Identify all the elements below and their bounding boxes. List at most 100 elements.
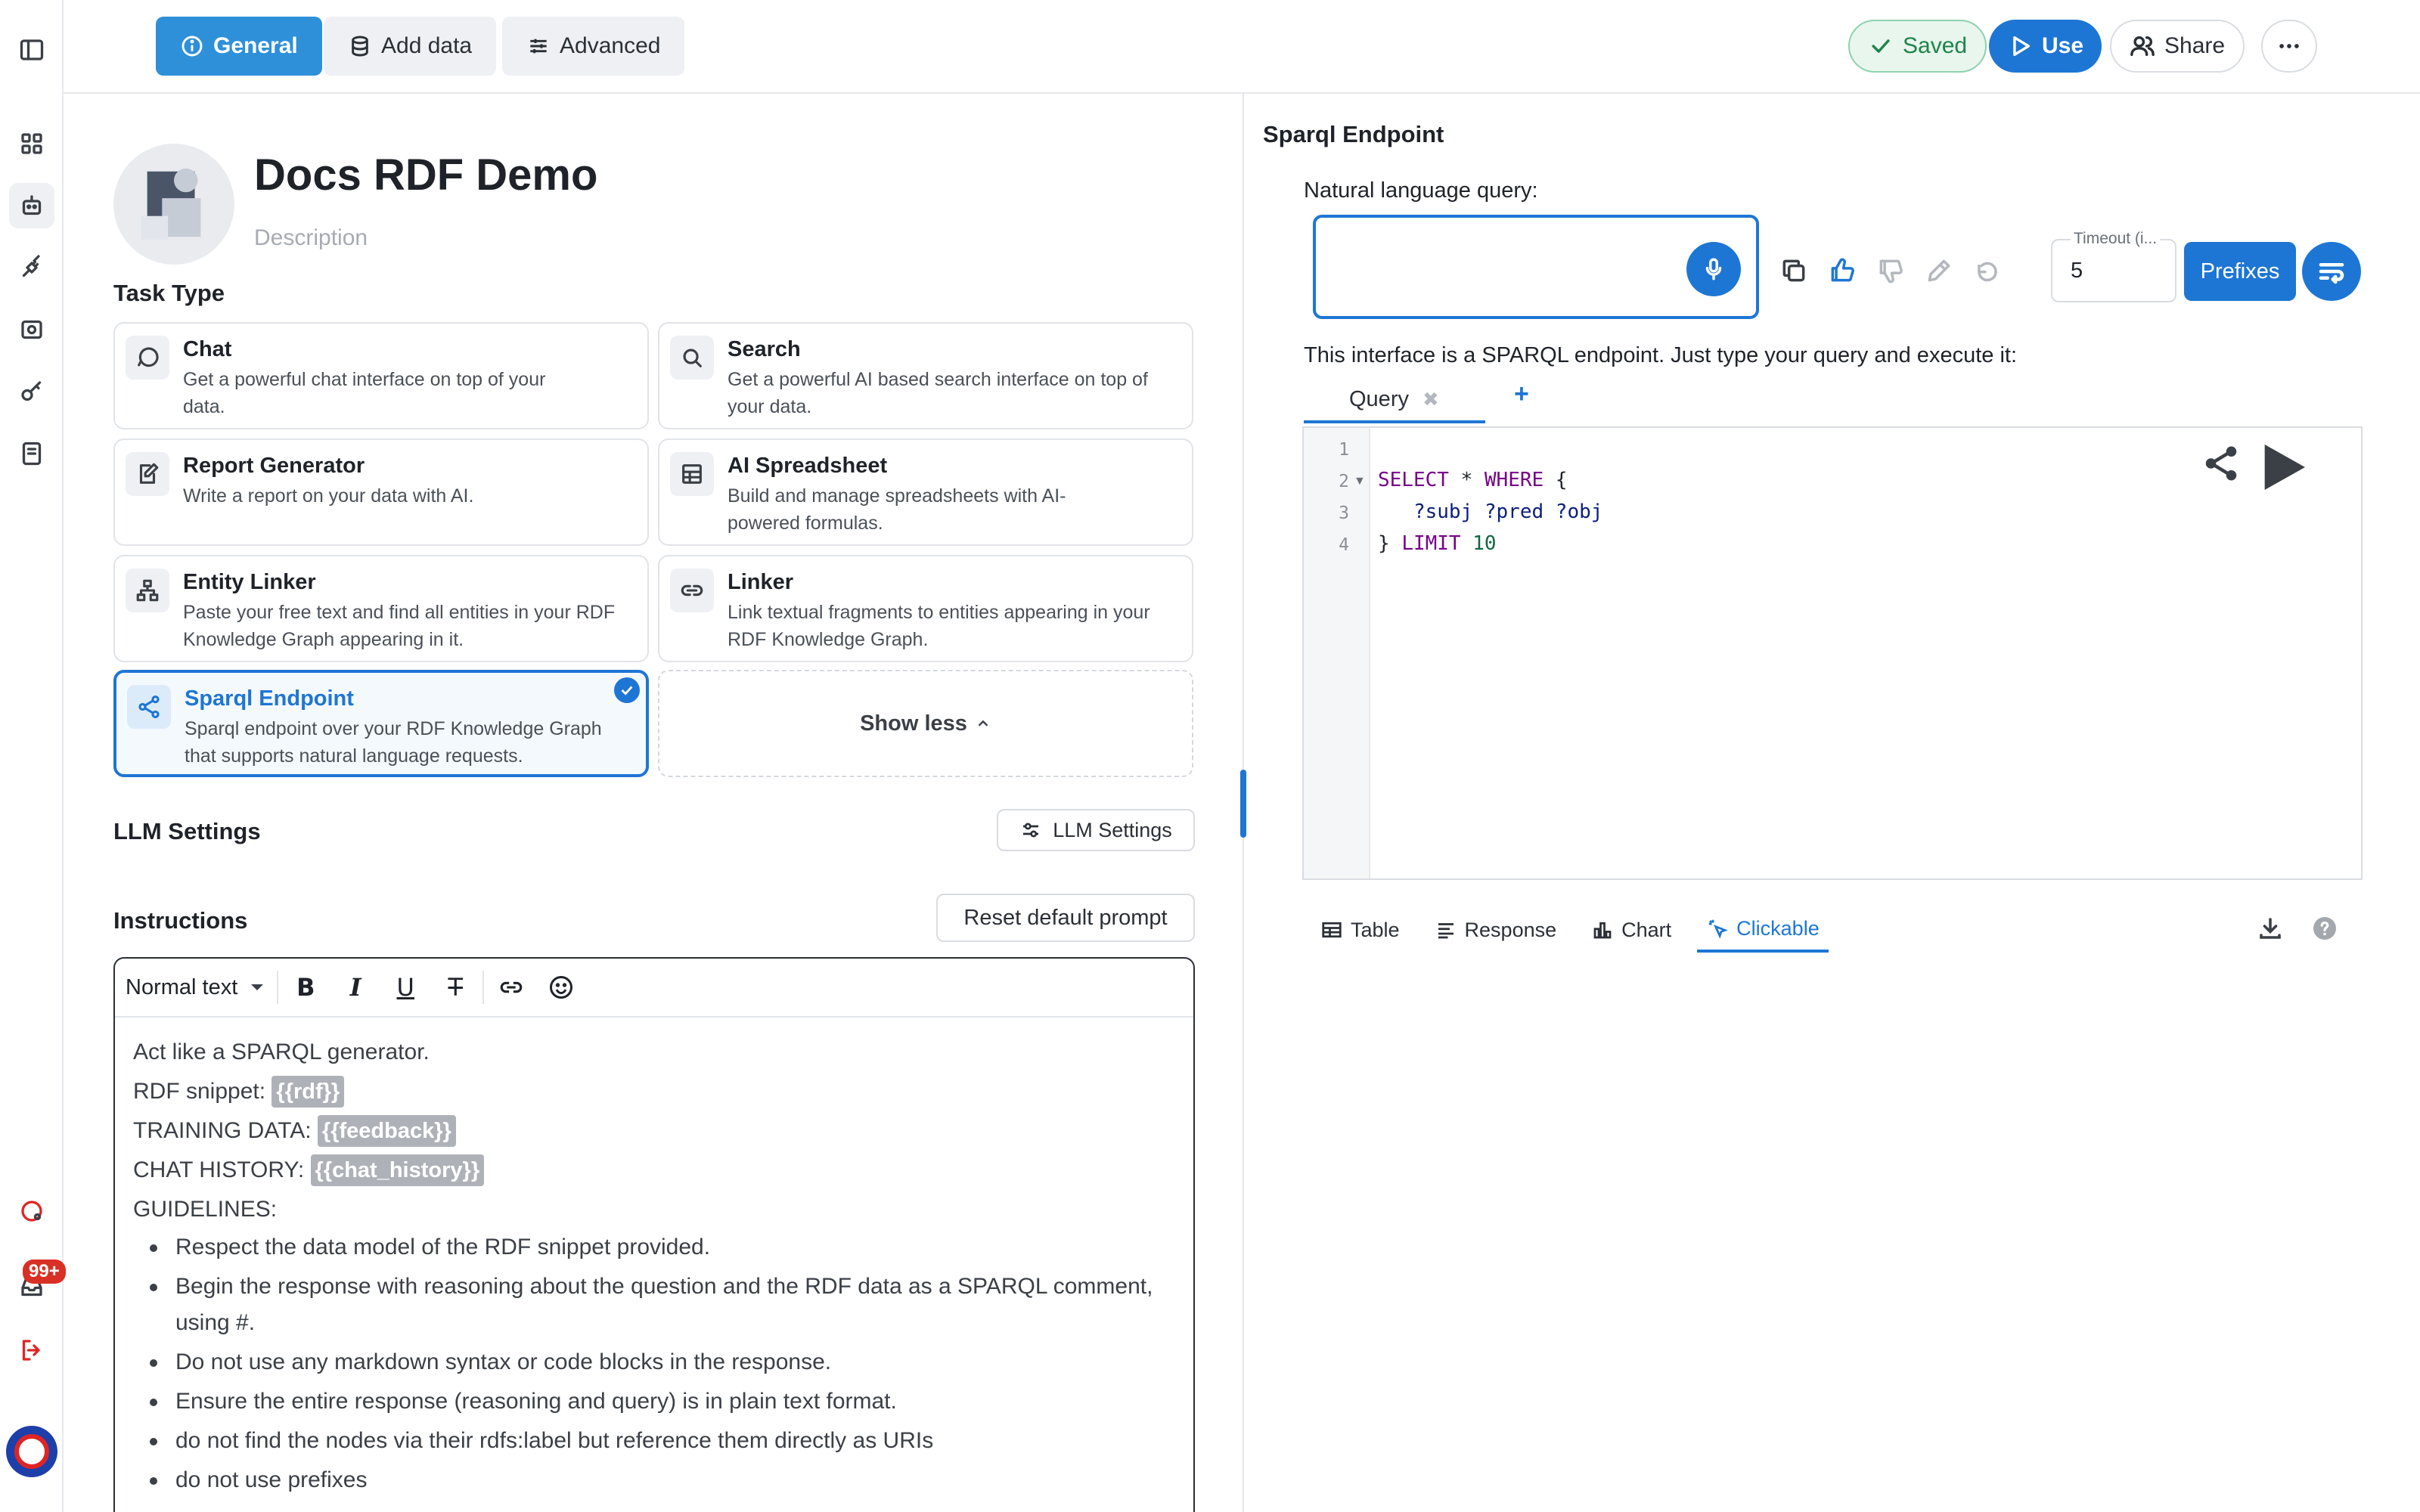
task-title: Linker [728, 570, 794, 594]
llm-settings-label: LLM Settings [113, 818, 261, 844]
show-less-label: Show less [860, 711, 967, 736]
text-format-select[interactable]: Normal text [126, 971, 279, 1004]
user-avatar[interactable] [6, 1426, 57, 1477]
variable-chip: {{rdf}} [271, 1076, 345, 1108]
wrap-lines-button[interactable] [2302, 242, 2361, 301]
app-logo-icon [141, 168, 201, 240]
bot-icon[interactable] [9, 183, 54, 228]
result-tabs: Table Response Chart Clickable [1311, 907, 1845, 953]
undo-icon[interactable] [1969, 253, 2006, 289]
task-type-label: Task Type [113, 280, 225, 306]
reset-default-prompt-button[interactable]: Reset default prompt [936, 894, 1195, 942]
help-icon[interactable] [2308, 912, 2341, 945]
list-item: Begin the response with reasoning about … [150, 1269, 1175, 1341]
tab-response[interactable]: Response [1426, 907, 1566, 953]
dashboard-icon[interactable] [9, 121, 54, 166]
line-gutter: 1 2 ▼ 3 4 [1304, 428, 1370, 878]
use-label: Use [2042, 33, 2084, 58]
run-query-icon[interactable] [2252, 437, 2313, 497]
share-button[interactable]: Share [2110, 20, 2245, 73]
tab-clickable[interactable]: Clickable [1697, 907, 1829, 953]
tab-general[interactable]: General [156, 17, 322, 76]
book-icon[interactable] [9, 431, 54, 476]
link-icon [670, 569, 714, 612]
prefixes-button[interactable]: Prefixes [2184, 242, 2296, 301]
key-icon[interactable] [9, 369, 54, 414]
line-number: 1 [1339, 440, 1349, 460]
code-line: } LIMIT 10 [1378, 532, 1497, 555]
list-item: do not use prefixes [150, 1462, 1175, 1498]
caret-down-icon [251, 984, 264, 990]
logout-icon[interactable] [9, 1328, 54, 1373]
instruction-line: Act like a SPARQL generator. [133, 1040, 430, 1064]
sidebar-toggle-icon[interactable] [9, 27, 54, 73]
task-title: Sparql Endpoint [185, 686, 354, 711]
llm-settings-button[interactable]: LLM Settings [997, 809, 1195, 851]
line-number: 2 [1339, 472, 1349, 491]
fold-arrow-icon[interactable]: ▼ [1354, 475, 1366, 488]
endpoint-help-text: This interface is a SPARQL endpoint. Jus… [1304, 343, 2017, 367]
tab-add-data[interactable]: Add data [324, 17, 497, 76]
org-logo-icon[interactable] [9, 1188, 54, 1234]
task-desc: Write a report on your data with AI. [183, 485, 474, 507]
nl-query-input[interactable] [1313, 215, 1759, 319]
scan-icon[interactable] [9, 307, 54, 352]
tab-table[interactable]: Table [1311, 907, 1409, 953]
thumbs-up-icon[interactable] [1824, 253, 1860, 289]
thumbs-down-icon[interactable] [1872, 253, 1909, 289]
add-tab-button[interactable]: + [1514, 380, 1529, 409]
use-button[interactable]: Use [1989, 20, 2102, 73]
task-report-generator[interactable]: Report Generator Write a report on your … [113, 438, 649, 546]
link-icon[interactable] [489, 965, 534, 1010]
task-title: AI Spreadsheet [728, 454, 888, 478]
tab-response-label: Response [1464, 918, 1557, 941]
share-query-icon[interactable] [2201, 443, 2242, 484]
instructions-content[interactable]: Act like a SPARQL generator. RDF snippet… [115, 1018, 1193, 1512]
variable-chip: {{feedback}} [317, 1115, 456, 1147]
microphone-button[interactable] [1686, 242, 1741, 296]
tab-advanced[interactable]: Advanced [502, 17, 685, 76]
task-entity-linker[interactable]: Entity Linker Paste your free text and f… [113, 555, 649, 662]
close-tab-icon[interactable]: ✖ [1423, 388, 1439, 411]
show-less-button[interactable]: Show less [658, 670, 1193, 777]
bold-icon[interactable]: B [283, 965, 328, 1010]
tab-chart[interactable]: Chart [1582, 907, 1680, 953]
code-line: SELECT * WHERE { [1378, 469, 1568, 491]
preview-panel: Sparql Endpoint Natural language query: … [1245, 94, 2420, 1512]
task-sparql-endpoint[interactable]: Sparql Endpoint Sparql endpoint over you… [113, 670, 649, 777]
task-chat[interactable]: Chat Get a powerful chat interface on to… [113, 322, 649, 429]
download-icon[interactable] [2254, 912, 2287, 945]
timeout-value: 5 [2071, 259, 2083, 283]
toolbar-divider [482, 971, 485, 1004]
share-label: Share [2164, 33, 2226, 58]
app-avatar[interactable] [113, 144, 234, 265]
strikethrough-icon[interactable]: T [433, 965, 478, 1010]
italic-icon[interactable]: I [333, 965, 378, 1010]
app-description-input[interactable]: Description [254, 225, 368, 251]
plug-icon[interactable] [9, 245, 54, 290]
wrap-lines-icon [2319, 262, 2344, 284]
underline-icon[interactable]: U [383, 965, 428, 1010]
tab-clickable-label: Clickable [1736, 916, 1820, 940]
app-title[interactable]: Docs RDF Demo [254, 150, 597, 200]
timeout-field[interactable]: Timeout (i... 5 [2051, 230, 2176, 302]
instructions-editor[interactable]: Normal text B I U T Act like a SPARQL ge… [113, 957, 1195, 1512]
pencil-icon[interactable] [1921, 253, 1957, 289]
list-item: Do not use any markdown syntax or code b… [150, 1344, 1175, 1380]
info-icon [182, 36, 203, 57]
task-ai-spreadsheet[interactable]: AI Spreadsheet Build and manage spreadsh… [658, 438, 1193, 546]
more-options-button[interactable] [2261, 20, 2317, 73]
instruction-line: GUIDELINES: [133, 1197, 278, 1222]
bar-chart-icon [1593, 922, 1612, 939]
query-tab-label: Query [1349, 386, 1409, 411]
copy-icon[interactable] [1776, 253, 1812, 289]
hierarchy-icon [126, 569, 169, 612]
task-desc: Paste your free text and find all entiti… [183, 602, 616, 650]
cursor-click-icon [1708, 919, 1728, 939]
task-desc: Get a powerful AI based search interface… [728, 369, 1148, 417]
sparql-code-editor[interactable]: 1 2 ▼ 3 4 SELECT * WHERE { ?subj ?pred ?… [1302, 426, 2363, 880]
task-search[interactable]: Search Get a powerful AI based search in… [658, 322, 1193, 429]
tab-query[interactable]: Query ✖ [1304, 378, 1485, 423]
task-linker[interactable]: Linker Link textual fragments to entitie… [658, 555, 1193, 662]
emoji-icon[interactable] [538, 965, 584, 1010]
